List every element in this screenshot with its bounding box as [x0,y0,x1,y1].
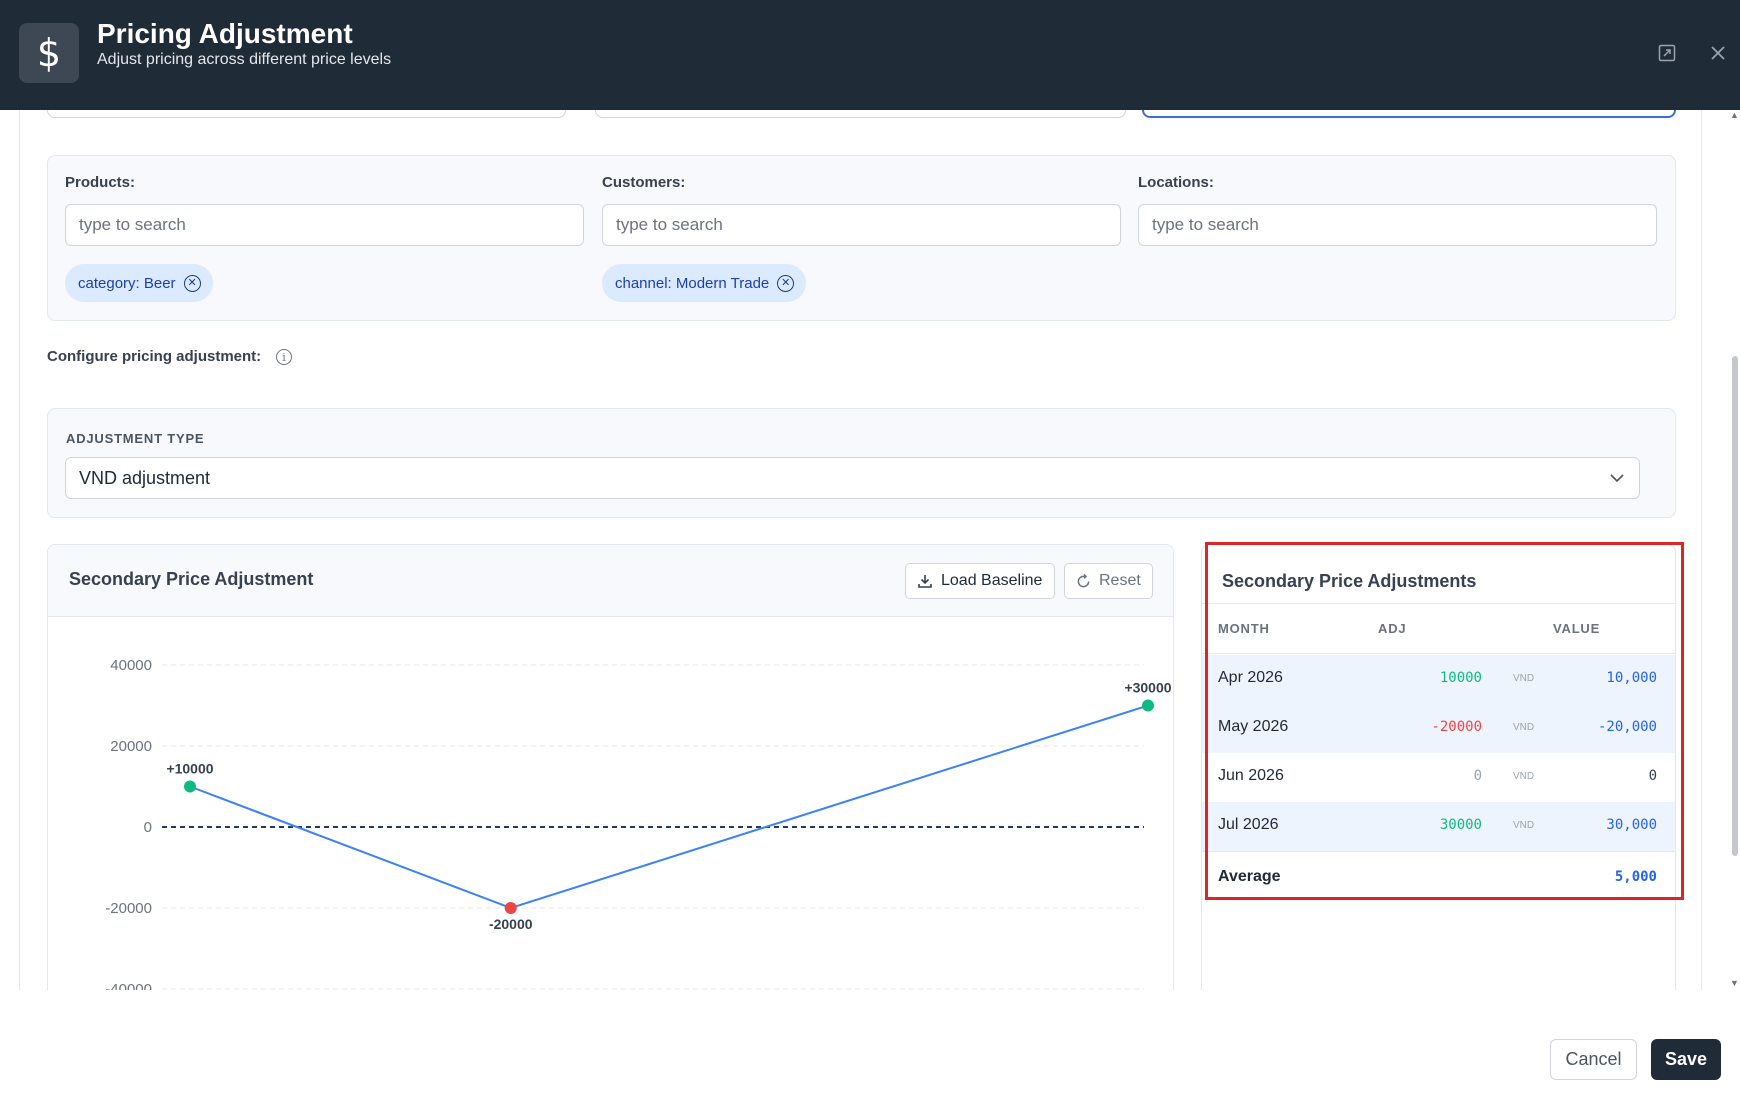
dialog-title: Pricing Adjustment [97,18,353,49]
chevron-down-icon [1610,474,1624,483]
chart-header: Secondary Price Adjustment Load Baseline… [48,545,1173,617]
price-level-box[interactable] [47,110,566,118]
line-chart[interactable]: 40000 20000 0 -20000 -40000 +10000 -20000 +3000… [48,617,1174,990]
row-adj[interactable]: 10000 [1440,670,1482,686]
dialog-header: $ Pricing Adjustment Adjust pricing acro… [0,0,1740,110]
table-row: Jul 2026 30000 VND 30,000 [1202,802,1675,851]
reset-button[interactable]: Reset [1064,563,1153,599]
average-row: Average 5,000 [1202,851,1675,903]
adjustment-type-panel: ADJUSTMENT TYPE VND adjustment [47,408,1676,518]
row-month: Jun 2026 [1218,767,1284,784]
row-month: Jul 2026 [1218,816,1279,833]
row-unit: VND [1513,820,1535,831]
products-label: Products: [65,174,136,191]
table-row: Apr 2026 10000 VND 10,000 [1202,655,1675,704]
chart-card: Secondary Price Adjustment Load Baseline… [47,544,1174,990]
adjustment-type-select[interactable]: VND adjustment [65,457,1640,499]
expand-icon[interactable] [1656,42,1678,64]
price-level-box-selected[interactable] [1142,110,1676,118]
dialog-body[interactable]: Products: type to search category: Beer … [19,110,1702,990]
filter-panel: Products: type to search category: Beer … [47,155,1676,321]
row-unit: VND [1513,771,1535,782]
configure-label: Configure pricing adjustment: [47,348,262,365]
scroll-up-arrow[interactable]: ▲ [1730,110,1739,120]
price-level-box[interactable] [595,110,1126,118]
table-row: May 2026 -20000 VND -20,000 [1202,704,1675,753]
customers-search-input[interactable]: type to search [602,204,1121,246]
locations-search-input[interactable]: type to search [1138,204,1657,246]
row-value: -20,000 [1597,719,1657,735]
chart-title: Secondary Price Adjustment [69,569,314,589]
save-button[interactable]: Save [1651,1039,1721,1080]
row-adj[interactable]: 0 [1474,768,1482,784]
row-unit: VND [1513,673,1535,684]
products-search-input[interactable]: type to search [65,204,584,246]
data-point [184,780,196,793]
product-filter-chip[interactable]: category: Beer ✕ [65,264,213,302]
series-line [189,704,1149,910]
cancel-button[interactable]: Cancel [1550,1039,1637,1080]
average-value: 5,000 [1614,869,1657,885]
data-label: +10000 [166,761,213,777]
data-point [504,902,517,914]
table-row: Jun 2026 0 VND 0 [1202,753,1675,802]
data-point [1142,699,1154,712]
column-header-value: VALUE [1553,621,1601,636]
row-value: 0 [1648,768,1657,784]
table-header: MONTH ADJ VALUE [1202,603,1675,654]
chip-label: category: Beer [78,274,176,292]
adjustments-table-card: Secondary Price Adjustments MONTH ADJ VA… [1201,544,1676,990]
load-baseline-button[interactable]: Load Baseline [905,563,1055,599]
info-icon[interactable]: i [276,349,292,365]
customer-filter-chip[interactable]: channel: Modern Trade ✕ [602,264,807,302]
row-month: Apr 2026 [1218,669,1283,686]
y-tick-label: 40000 [110,657,152,674]
data-label: +30000 [1124,680,1171,696]
locations-label: Locations: [1138,174,1214,191]
row-adj[interactable]: -20000 [1431,719,1482,735]
y-tick-label: 0 [144,819,152,836]
column-header-adj: ADJ [1378,621,1407,636]
scrollbar-thumb[interactable] [1732,356,1738,856]
row-unit: VND [1513,722,1535,733]
row-month: May 2026 [1218,718,1289,735]
table-title: Secondary Price Adjustments [1222,571,1477,591]
scroll-down-arrow[interactable]: ▼ [1730,978,1739,988]
adjustment-type-label: ADJUSTMENT TYPE [66,431,205,446]
data-label: -20000 [489,916,533,932]
average-label: Average [1218,868,1281,885]
dialog-footer: Cancel Save [0,990,1740,1098]
load-baseline-label: Load Baseline [941,572,1043,589]
dollar-icon: $ [19,23,79,83]
remove-chip-icon[interactable]: ✕ [183,274,201,292]
adjustment-type-value: VND adjustment [79,467,211,488]
remove-chip-icon[interactable]: ✕ [777,274,795,292]
close-icon[interactable] [1707,42,1729,64]
y-tick-label: -20000 [105,900,152,917]
download-icon [918,575,932,588]
reset-label: Reset [1099,572,1141,589]
y-tick-label: -40000 [105,981,152,990]
row-value: 30,000 [1606,817,1657,833]
row-value: 10,000 [1606,670,1657,686]
customers-label: Customers: [602,174,686,191]
dialog-subtitle: Adjust pricing across different price le… [97,51,392,68]
row-adj[interactable]: 30000 [1440,817,1482,833]
y-tick-label: 20000 [110,738,152,755]
chip-label: channel: Modern Trade [615,274,770,292]
reset-icon [1077,573,1090,587]
column-header-month: MONTH [1218,621,1270,636]
